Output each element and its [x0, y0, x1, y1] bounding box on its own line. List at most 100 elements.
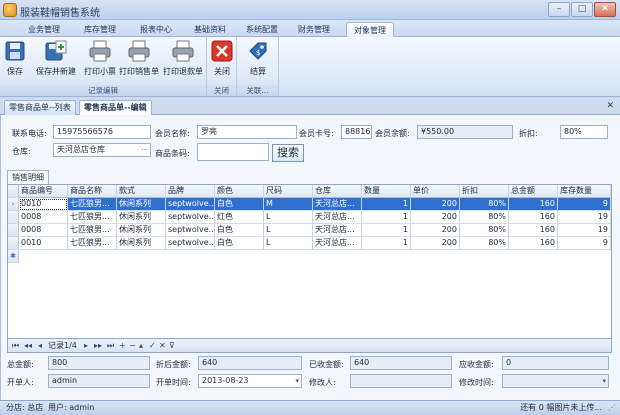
cell-brand[interactable]: septwolve...	[166, 211, 215, 224]
chevron-down-icon[interactable]: ▾	[295, 375, 299, 387]
cell-warehouse[interactable]: 天河总店...	[313, 237, 362, 250]
tab-finance[interactable]: 财务管理	[290, 22, 338, 37]
cell-warehouse[interactable]: 天河总店...	[313, 198, 362, 211]
column-header-code[interactable]: 商品编号	[19, 185, 68, 198]
cell-color[interactable]: 白色	[215, 237, 264, 250]
print-sales-button[interactable]: 打印销售单	[118, 39, 160, 83]
cell-code[interactable]: 0008	[19, 211, 68, 224]
save-and-new-button[interactable]: 保存并新建	[34, 39, 78, 83]
column-header-style[interactable]: 款式	[117, 185, 166, 198]
cancel-record-icon[interactable]: ✕	[159, 339, 166, 352]
close-button[interactable]: 关闭	[210, 39, 234, 83]
print-return-button[interactable]: 打印退款单	[162, 39, 204, 83]
tab-business[interactable]: 业务管理	[20, 22, 68, 37]
cell-price[interactable]: 200	[411, 211, 460, 224]
cell-discount[interactable]: 80%	[460, 224, 509, 237]
cell-quantity[interactable]: 1	[362, 237, 411, 250]
tab-reports[interactable]: 报表中心	[132, 22, 180, 37]
ellipsis-icon[interactable]: ···	[141, 144, 148, 156]
cell-name[interactable]: 七匹狼男...	[68, 237, 117, 250]
column-header-total[interactable]: 总金额	[509, 185, 558, 198]
cell-style[interactable]: 休闲系列	[117, 198, 166, 211]
column-header-discount[interactable]: 折扣	[460, 185, 509, 198]
cell-quantity[interactable]: 1	[362, 211, 411, 224]
cell-stock[interactable]: 19	[558, 224, 611, 237]
column-header-warehouse[interactable]: 仓库	[313, 185, 362, 198]
discount-field[interactable]: 80%	[560, 125, 608, 139]
cell-price[interactable]: 200	[411, 224, 460, 237]
cell-discount[interactable]: 80%	[460, 198, 509, 211]
cell-stock[interactable]: 9	[558, 198, 611, 211]
settle-button[interactable]: $ 结算	[245, 39, 271, 83]
cell-discount[interactable]: 80%	[460, 211, 509, 224]
cell-name[interactable]: 七匹狼男...	[68, 198, 117, 211]
column-header-brand[interactable]: 品牌	[166, 185, 215, 198]
modify-time-picker[interactable]: ▾	[502, 374, 609, 388]
cell-name[interactable]: 七匹狼男...	[68, 211, 117, 224]
cell-total[interactable]: 160	[509, 211, 558, 224]
cell-size[interactable]: M	[264, 198, 313, 211]
cell-price[interactable]: 200	[411, 237, 460, 250]
tab-retail-list[interactable]: 零售商品单--列表	[4, 100, 76, 115]
cell-size[interactable]: L	[264, 224, 313, 237]
tab-basic-data[interactable]: 基础资料	[186, 22, 234, 37]
filter-icon[interactable]: ⊽	[169, 339, 175, 352]
table-row[interactable]: 0008 七匹狼男... 休闲系列 septwolve... 白色 L 天河总店…	[8, 224, 611, 237]
cell-code[interactable]: 0010	[19, 198, 68, 211]
first-record-icon[interactable]: ⏮	[12, 339, 19, 352]
cell-color[interactable]: 白色	[215, 198, 264, 211]
cell-color[interactable]: 红色	[215, 211, 264, 224]
card-number-field[interactable]: 888168	[341, 125, 372, 139]
cell-price[interactable]: 200	[411, 198, 460, 211]
cell-total[interactable]: 160	[509, 198, 558, 211]
cell-warehouse[interactable]: 天河总店...	[313, 224, 362, 237]
cell-brand[interactable]: septwolve...	[166, 237, 215, 250]
tab-object-management[interactable]: 对象管理	[346, 22, 394, 37]
member-name-field[interactable]: 罗亮	[197, 125, 297, 139]
maximize-button[interactable]: □	[571, 2, 593, 17]
column-header-color[interactable]: 颜色	[215, 185, 264, 198]
cell-color[interactable]: 白色	[215, 224, 264, 237]
cell-size[interactable]: L	[264, 211, 313, 224]
next-record-icon[interactable]: ▸	[84, 339, 88, 352]
prev-record-icon[interactable]: ◂	[38, 339, 42, 352]
cell-total[interactable]: 160	[509, 237, 558, 250]
cell-style[interactable]: 休闲系列	[117, 237, 166, 250]
post-record-icon[interactable]: ✓	[149, 339, 156, 352]
cell-size[interactable]: L	[264, 237, 313, 250]
cell-warehouse[interactable]: 天河总店...	[313, 211, 362, 224]
phone-field[interactable]: 15975566576	[53, 125, 151, 139]
print-ticket-button[interactable]: 打印小票	[82, 39, 118, 83]
tab-system-config[interactable]: 系统配置	[238, 22, 286, 37]
cell-brand[interactable]: septwolve...	[166, 224, 215, 237]
next-page-icon[interactable]: ▸▸	[94, 339, 102, 352]
cell-name[interactable]: 七匹狼男...	[68, 224, 117, 237]
cell-quantity[interactable]: 1	[362, 224, 411, 237]
cell-code[interactable]: 0010	[19, 237, 68, 250]
last-record-icon[interactable]: ⏭	[107, 339, 114, 352]
cell-discount[interactable]: 80%	[460, 237, 509, 250]
prev-page-icon[interactable]: ◂◂	[24, 339, 32, 352]
search-button[interactable]: 搜索	[272, 144, 304, 162]
column-header-quantity[interactable]: 数量	[362, 185, 411, 198]
cell-quantity[interactable]: 1	[362, 198, 411, 211]
warehouse-select[interactable]: 天河总店仓库 ···	[53, 143, 151, 157]
delete-record-icon[interactable]: −	[129, 339, 136, 352]
minimize-button[interactable]: –	[548, 2, 570, 17]
column-header-name[interactable]: 商品名称	[68, 185, 117, 198]
cell-code[interactable]: 0008	[19, 224, 68, 237]
resize-grip-icon[interactable]: ⋰	[608, 401, 616, 415]
column-header-stock[interactable]: 库存数量	[558, 185, 611, 198]
barcode-input[interactable]	[197, 143, 269, 161]
new-row[interactable]: ✱	[8, 250, 611, 263]
tab-sales-detail[interactable]: 销售明细	[7, 170, 49, 184]
save-button[interactable]: 保存	[4, 39, 26, 83]
tab-retail-edit[interactable]: 零售商品单--编辑	[79, 100, 152, 115]
cell-stock[interactable]: 19	[558, 211, 611, 224]
tab-inventory[interactable]: 库存管理	[76, 22, 124, 37]
column-header-size[interactable]: 尺码	[264, 185, 313, 198]
close-window-button[interactable]: ✕	[594, 2, 616, 17]
table-row[interactable]: 0010 七匹狼男... 休闲系列 septwolve... 白色 L 天河总店…	[8, 237, 611, 250]
column-header-price[interactable]: 单价	[411, 185, 460, 198]
document-close-icon[interactable]: ✕	[606, 101, 614, 111]
